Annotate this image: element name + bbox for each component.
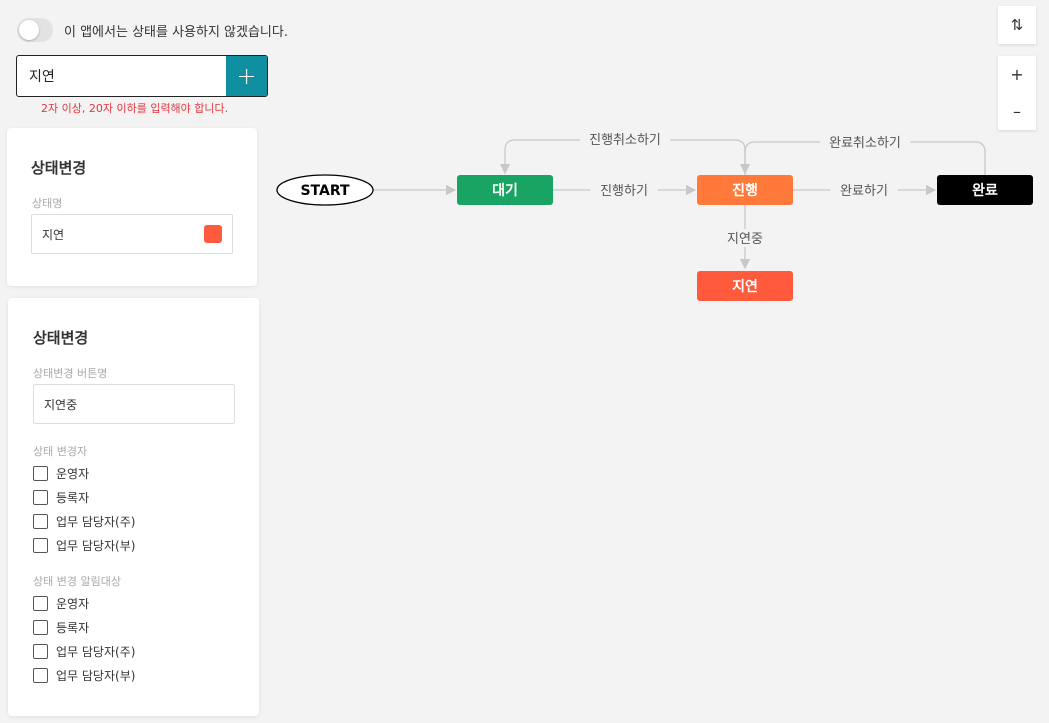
node-done[interactable]: 완료 [937,175,1033,205]
edge-label-to-progress: 진행하기 [600,183,648,199]
node-wait[interactable]: 대기 [457,175,553,205]
edge-label-to-done: 완료하기 [840,184,888,199]
node-delay[interactable]: 지연 [697,271,793,301]
node-start-label: START [300,183,350,199]
node-done-label: 완료 [972,183,998,199]
status-flow-diagram: 진행하기 완료하기 진행취소하기 완료취소하기 지연중 START 대기 진행 … [276,130,1033,301]
edge-label-cancel-done: 완료취소하기 [829,136,901,151]
node-progress-label: 진행 [732,182,758,199]
node-delay-label: 지연 [732,279,758,295]
edge-label-to-delay: 지연중 [727,232,763,247]
edge-label-cancel-progress: 진행취소하기 [589,132,661,148]
node-progress[interactable]: 진행 [697,175,793,205]
node-wait-label: 대기 [492,183,518,199]
node-start[interactable]: START [276,174,374,206]
